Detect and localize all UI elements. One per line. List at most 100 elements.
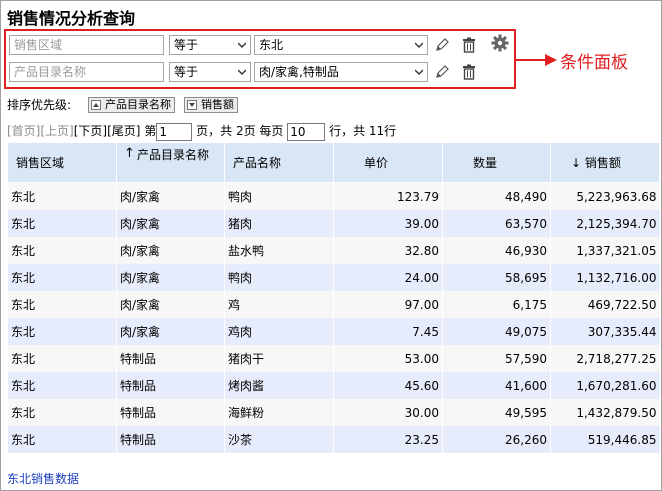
cell-quantity: 48,490 [442, 182, 551, 210]
pager-prev-link[interactable]: [上页] [40, 124, 73, 138]
cell-product: 沙茶 [224, 426, 334, 453]
cell-region: 东北 [7, 264, 117, 291]
table-row: 东北 特制品 海鲜粉 30.00 49,595 1,432,879.50 [7, 399, 660, 426]
column-header[interactable]: 单价 [333, 142, 443, 183]
cell-region: 东北 [7, 399, 117, 426]
cell-sales: 1,670,281.60 [550, 372, 660, 399]
condition-operator-select[interactable]: 等于 [169, 35, 251, 55]
cell-sales: 2,125,394.70 [550, 210, 660, 237]
condition-field-input[interactable]: 产品目录名称 [9, 62, 164, 82]
pencil-icon[interactable] [434, 37, 450, 53]
trash-icon[interactable] [461, 37, 477, 53]
table-row: 东北 特制品 猪肉干 53.00 57,590 2,718,277.25 [7, 345, 660, 372]
column-header[interactable]: ↓ 销售额 [550, 142, 660, 183]
table-row: 东北 肉/家禽 鸡肉 7.45 49,075 307,335.44 [7, 318, 660, 345]
condition-field-input[interactable]: 销售区域 [9, 35, 164, 55]
cell-price: 97.00 [333, 291, 443, 318]
pager-first-link[interactable]: [首页] [7, 124, 40, 138]
cell-sales: 1,337,321.05 [550, 237, 660, 264]
cell-product: 鸭肉 [224, 182, 334, 210]
arrow-right-icon [515, 52, 559, 71]
cell-product: 鸡 [224, 291, 334, 318]
cell-region: 东北 [7, 237, 117, 264]
sort-chip-category[interactable]: 产品目录名称 [88, 97, 175, 113]
column-header[interactable]: 销售区域 [7, 142, 117, 183]
cell-region: 东北 [7, 345, 117, 372]
sort-chip-sales[interactable]: 销售额 [184, 97, 238, 113]
cell-price: 30.00 [333, 399, 443, 426]
gear-icon[interactable] [491, 34, 509, 52]
cell-sales: 1,132,716.00 [550, 264, 660, 291]
chevron-down-icon [415, 41, 423, 49]
data-table: 销售区域 ↑ 产品目录名称 产品名称 单价 数量 ↓ 销售额 东北 肉/家禽 鸭肉… [7, 142, 660, 453]
pager-page-prefix: 第 [144, 124, 157, 138]
cell-price: 45.60 [333, 372, 443, 399]
table-header-row: 销售区域 ↑ 产品目录名称 产品名称 单价 数量 ↓ 销售额 [7, 142, 660, 183]
pager-last-link[interactable]: [尾页] [107, 124, 140, 138]
cell-category: 特制品 [116, 426, 225, 453]
pencil-icon[interactable] [434, 64, 450, 80]
column-header-label: 单价 [364, 156, 389, 170]
table-row: 东北 肉/家禽 鸭肉 24.00 58,695 1,132,716.00 [7, 264, 660, 291]
cell-quantity: 46,930 [442, 237, 551, 264]
cell-product: 海鲜粉 [224, 399, 334, 426]
condition-value-text: 东北 [259, 38, 284, 52]
callout-label: 条件面板 [560, 53, 628, 73]
cell-region: 东北 [7, 426, 117, 453]
table-row: 东北 肉/家禽 盐水鸭 32.80 46,930 1,337,321.05 [7, 237, 660, 264]
cell-region: 东北 [7, 318, 117, 345]
cell-category: 肉/家禽 [116, 182, 225, 210]
cell-sales: 469,722.50 [550, 291, 660, 318]
cell-quantity: 6,175 [442, 291, 551, 318]
table-row: 东北 特制品 烤肉酱 45.60 41,600 1,670,281.60 [7, 372, 660, 399]
cell-category: 肉/家禽 [116, 291, 225, 318]
column-header-label: 数量 [473, 156, 498, 170]
cell-region: 东北 [7, 291, 117, 318]
column-header[interactable]: 数量 [442, 142, 551, 183]
condition-value-select[interactable]: 东北 [254, 35, 428, 55]
cell-product: 猪肉干 [224, 345, 334, 372]
cell-category: 特制品 [116, 399, 225, 426]
cell-category: 特制品 [116, 345, 225, 372]
cell-category: 特制品 [116, 372, 225, 399]
cell-sales: 519,446.85 [550, 426, 660, 453]
condition-operator-select[interactable]: 等于 [169, 62, 251, 82]
condition-panel: 销售区域 等于 东北 产品目录名称 等于 肉/家禽,特制品 [4, 29, 516, 89]
cell-region: 东北 [7, 182, 117, 210]
column-header[interactable]: ↑ 产品目录名称 [116, 142, 225, 183]
cell-sales: 307,335.44 [550, 318, 660, 345]
cell-product: 盐水鸭 [224, 237, 334, 264]
cell-category: 肉/家禽 [116, 237, 225, 264]
page-size-input[interactable]: 10 [287, 122, 326, 141]
condition-operator-value: 等于 [174, 65, 199, 79]
cell-product: 鸡肉 [224, 318, 334, 345]
trash-icon[interactable] [461, 64, 477, 80]
cell-quantity: 57,590 [442, 345, 551, 372]
condition-value-select[interactable]: 肉/家禽,特制品 [254, 62, 428, 82]
footer-link[interactable]: 东北销售数据 [7, 470, 79, 487]
column-header[interactable]: 产品名称 [224, 142, 334, 183]
cell-price: 53.00 [333, 345, 443, 372]
pager: [首页][上页][下页][尾页] 第1 页，共 2页 每页 10 行，共 11行 [7, 121, 396, 141]
chevron-down-icon [238, 41, 246, 49]
cell-category: 肉/家禽 [116, 210, 225, 237]
cell-category: 肉/家禽 [116, 318, 225, 345]
condition-operator-value: 等于 [174, 38, 199, 52]
cell-quantity: 49,075 [442, 318, 551, 345]
table-row: 东北 肉/家禽 猪肉 39.00 63,570 2,125,394.70 [7, 210, 660, 237]
table-row: 东北 特制品 沙茶 23.25 26,260 519,446.85 [7, 426, 660, 453]
cell-product: 烤肉酱 [224, 372, 334, 399]
cell-quantity: 58,695 [442, 264, 551, 291]
pager-next-link[interactable]: [下页] [74, 124, 107, 138]
sort-desc-icon [187, 100, 197, 110]
cell-quantity: 41,600 [442, 372, 551, 399]
page-number-input[interactable]: 1 [156, 122, 193, 141]
cell-price: 23.25 [333, 426, 443, 453]
cell-category: 肉/家禽 [116, 264, 225, 291]
sort-asc-icon [91, 100, 101, 110]
sort-desc-arrow: ↓ [571, 156, 582, 170]
column-header-label: 产品目录名称 [137, 148, 210, 162]
sort-chip-label: 销售额 [201, 98, 234, 111]
chevron-down-icon [415, 68, 423, 76]
cell-sales: 5,223,963.68 [550, 182, 660, 210]
